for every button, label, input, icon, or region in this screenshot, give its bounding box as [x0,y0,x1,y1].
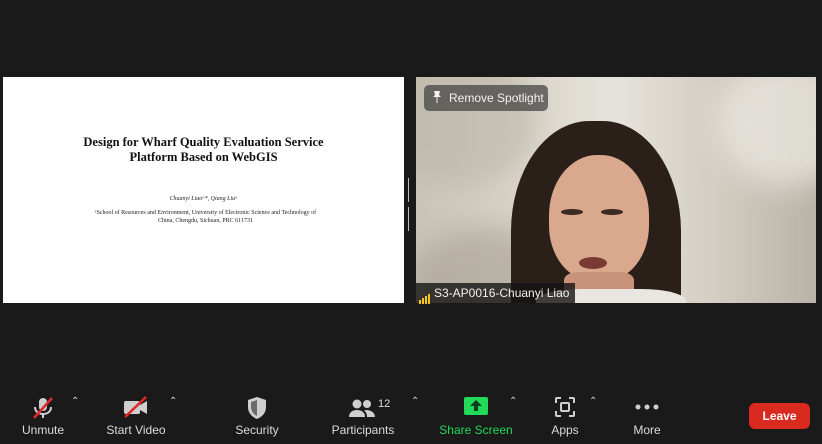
remove-spotlight-label: Remove Spotlight [449,91,544,105]
audio-options-caret[interactable]: ⌃ [71,396,79,407]
participants-options-caret[interactable]: ⌃ [411,396,419,407]
apps-options-caret[interactable]: ⌃ [589,396,597,407]
security-label: Security [235,423,279,437]
participants-button[interactable]: 12 Participants [328,384,398,444]
apps-button[interactable]: Apps [543,384,587,444]
split-resize-handle[interactable] [408,178,411,231]
shield-icon [248,397,266,419]
more-dots-icon [635,404,659,410]
participant-name: S3-AP0016-Chuanyi Liao [434,286,570,300]
share-screen-button[interactable]: Share Screen [437,384,515,444]
apps-icon [555,397,575,417]
participants-label: Participants [331,423,395,437]
slide-authors: Chuanyi Liaoᵃ*, Qiang Liuᵃ [169,196,238,202]
participants-count: 12 [378,398,391,410]
slide-title-line2: Platform Based on WebGIS [129,150,278,164]
unmute-label: Unmute [21,423,65,437]
more-label: More [633,423,661,437]
microphone-muted-icon [33,397,53,419]
share-options-caret[interactable]: ⌃ [509,396,517,407]
unmute-button[interactable]: Unmute [14,384,72,444]
apps-label: Apps [551,423,579,437]
participants-icon [349,399,375,417]
slide-title-line1: Design for Wharf Quality Evaluation Serv… [83,135,324,149]
start-video-button[interactable]: Start Video [101,384,171,444]
security-button[interactable]: Security [230,384,284,444]
pin-icon [431,85,443,111]
meeting-toolbar: Unmute ⌃ Start Video ⌃ Security 12 Parti… [0,384,822,444]
slide-affiliation-line2: China, Chengdu, Sichuan, PRC 611731 [158,218,253,224]
slide-affiliation-line1: ᵃSchool of Resources and Environment, Un… [94,210,317,216]
signal-strength-icon [419,284,431,304]
remove-spotlight-button[interactable]: Remove Spotlight [424,85,548,111]
shared-screen: Design for Wharf Quality Evaluation Serv… [3,77,404,303]
share-screen-label: Share Screen [439,423,513,437]
slide-affiliation: ᵃSchool of Resources and Environment, Un… [63,209,348,225]
video-camera-off-icon [124,396,147,418]
video-options-caret[interactable]: ⌃ [169,396,177,407]
share-screen-icon [464,397,488,415]
leave-button[interactable]: Leave [749,403,810,429]
start-video-label: Start Video [106,423,166,437]
participant-name-tag: S3-AP0016-Chuanyi Liao [416,283,576,304]
more-button[interactable]: More [625,384,669,444]
